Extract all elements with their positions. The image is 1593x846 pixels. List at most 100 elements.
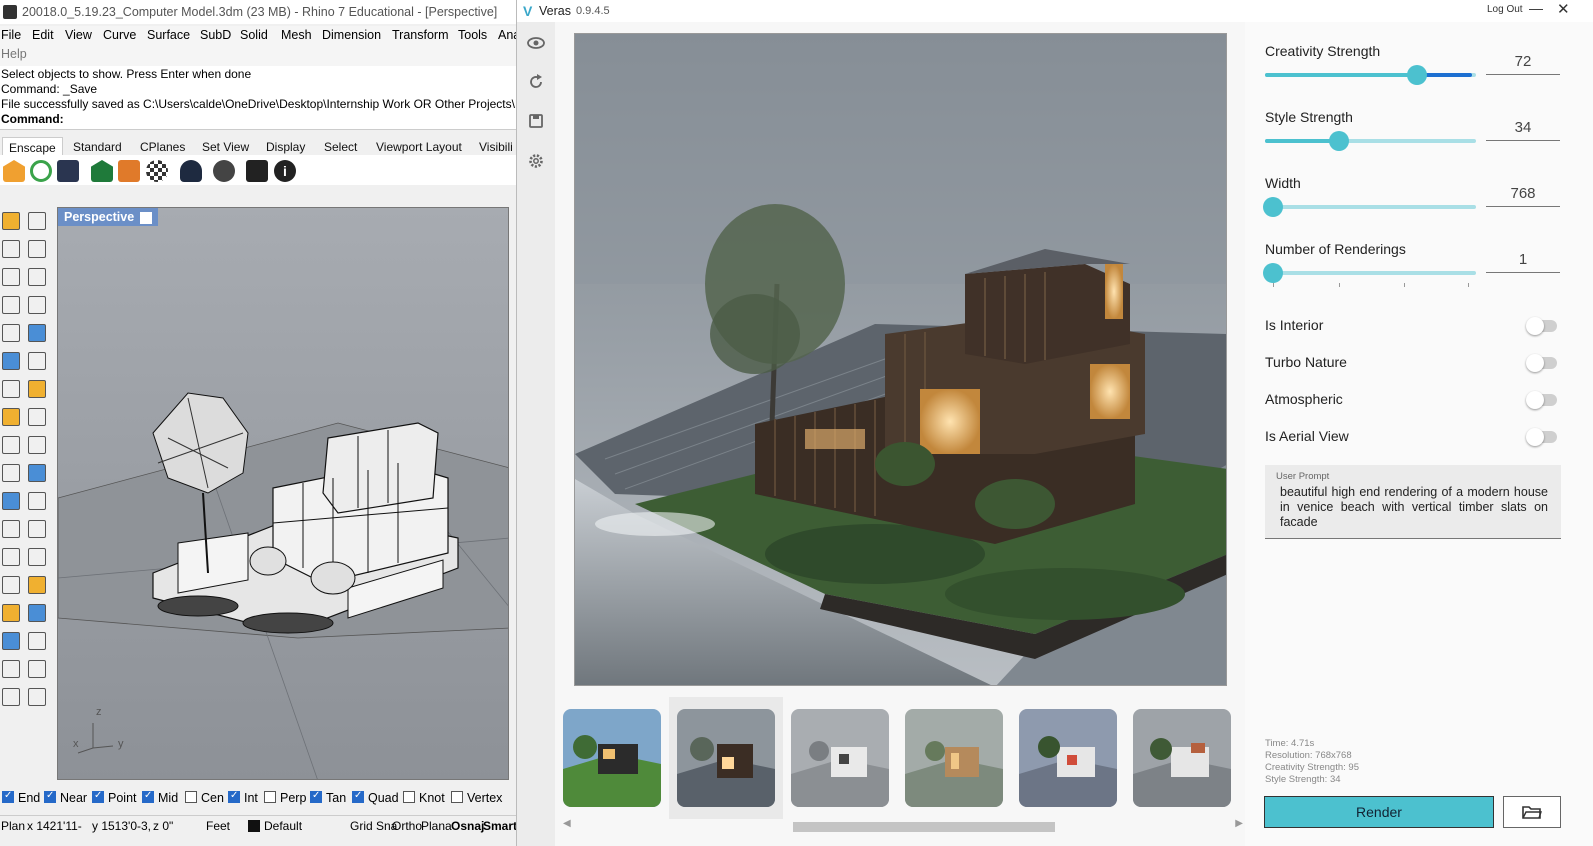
status-units[interactable]: Feet — [206, 819, 230, 833]
atmospheric-toggle[interactable] — [1526, 391, 1557, 409]
osnap-end-checkbox[interactable] — [2, 790, 14, 803]
tool-icon[interactable] — [28, 632, 46, 650]
tab-visibility[interactable]: Visibili — [473, 137, 519, 157]
tool-icon[interactable] — [2, 352, 20, 370]
tab-display[interactable]: Display — [260, 137, 311, 157]
tool-icon[interactable] — [2, 464, 20, 482]
tool-icon[interactable] — [28, 520, 46, 538]
command-prompt[interactable]: Command: — [1, 112, 64, 126]
osnap-vertex-checkbox[interactable] — [451, 791, 463, 803]
osnap-near-checkbox[interactable] — [44, 790, 56, 803]
status-plane[interactable]: Plan — [1, 819, 25, 833]
tool-icon[interactable] — [28, 464, 46, 482]
menu-transform[interactable]: Transform — [392, 28, 449, 42]
tool-icon[interactable] — [2, 604, 20, 622]
tool-icon[interactable] — [2, 240, 20, 258]
settings-gear-icon[interactable] — [213, 160, 235, 182]
status-grid-snap[interactable]: Grid Sna — [350, 819, 397, 833]
tool-icon[interactable] — [2, 632, 20, 650]
upload-cloud-icon[interactable] — [180, 160, 202, 182]
osnap-int-checkbox[interactable] — [228, 790, 240, 803]
tool-icon[interactable] — [28, 408, 46, 426]
eye-icon[interactable] — [526, 33, 546, 53]
creativity-strength-slider[interactable] — [1265, 65, 1476, 85]
tool-icon[interactable] — [28, 296, 46, 314]
save-icon[interactable] — [526, 111, 546, 131]
thumbnail-2[interactable] — [677, 709, 775, 807]
tool-icon[interactable] — [28, 604, 46, 622]
info-icon[interactable]: i — [274, 160, 296, 182]
settings-icon[interactable] — [526, 151, 546, 171]
thumbnail-1[interactable] — [563, 709, 661, 807]
menu-dimension[interactable]: Dimension — [322, 28, 381, 42]
osnap-near[interactable]: Near — [44, 790, 87, 805]
tab-cplanes[interactable]: CPlanes — [134, 137, 191, 157]
viewport-title[interactable]: Perspective — [58, 208, 159, 226]
tab-set-view[interactable]: Set View — [196, 137, 255, 157]
tool-icon[interactable] — [2, 268, 20, 286]
tool-icon[interactable] — [28, 548, 46, 566]
osnap-cen-checkbox[interactable] — [185, 791, 197, 803]
is-interior-toggle[interactable] — [1526, 317, 1557, 335]
tool-icon[interactable] — [28, 380, 46, 398]
osnap-knot-checkbox[interactable] — [403, 791, 415, 803]
tool-icon[interactable] — [2, 408, 20, 426]
osnap-perp[interactable]: Perp — [264, 791, 306, 805]
osnap-cen[interactable]: Cen — [185, 791, 224, 805]
tool-icon[interactable] — [28, 492, 46, 510]
osnap-quad-checkbox[interactable] — [352, 790, 364, 803]
scroll-right-icon[interactable]: ▶ — [1235, 818, 1243, 829]
number-of-renderings-value[interactable]: 1 — [1486, 251, 1560, 273]
thumbnail-scrollbar[interactable]: ◀ ▶ — [563, 818, 1243, 832]
tool-icon[interactable] — [2, 492, 20, 510]
tab-standard[interactable]: Standard — [67, 137, 128, 157]
osnap-point-checkbox[interactable] — [92, 790, 104, 803]
enscape-asset-icon[interactable] — [91, 160, 113, 182]
menu-help[interactable]: Help — [1, 47, 27, 61]
enscape-material-icon[interactable] — [118, 160, 140, 182]
tool-icon[interactable] — [28, 212, 46, 230]
tool-icon[interactable] — [28, 660, 46, 678]
menu-file[interactable]: File — [1, 28, 21, 42]
creativity-strength-value[interactable]: 72 — [1486, 53, 1560, 75]
menu-tools[interactable]: Tools — [458, 28, 487, 42]
render-button[interactable]: Render — [1264, 796, 1494, 828]
tool-icon[interactable] — [28, 352, 46, 370]
user-prompt-field[interactable]: User Prompt beautiful high end rendering… — [1265, 465, 1561, 539]
tab-enscape[interactable]: Enscape — [2, 137, 63, 157]
tool-icon[interactable] — [2, 520, 20, 538]
tool-icon[interactable] — [28, 240, 46, 258]
tool-icon[interactable] — [28, 268, 46, 286]
tool-icon[interactable] — [2, 296, 20, 314]
tool-icon[interactable] — [2, 688, 20, 706]
tab-viewport-layout[interactable]: Viewport Layout — [370, 137, 468, 157]
thumbnail-6[interactable] — [1133, 709, 1231, 807]
osnap-mid-checkbox[interactable] — [142, 790, 154, 803]
scroll-left-icon[interactable]: ◀ — [563, 818, 571, 829]
number-of-renderings-slider[interactable] — [1263, 263, 1476, 287]
osnap-quad[interactable]: Quad — [352, 790, 399, 805]
style-strength-knob[interactable] — [1328, 131, 1349, 151]
osnap-tan-checkbox[interactable] — [310, 790, 322, 803]
osnap-point[interactable]: Point — [92, 790, 137, 805]
tool-icon[interactable] — [2, 660, 20, 678]
osnap-perp-checkbox[interactable] — [264, 791, 276, 803]
style-strength-value[interactable]: 34 — [1486, 119, 1560, 141]
menu-curve[interactable]: Curve — [103, 28, 136, 42]
user-prompt-text[interactable]: beautiful high end rendering of a modern… — [1280, 485, 1548, 530]
viewport-dropdown-icon[interactable] — [140, 211, 153, 224]
status-planar[interactable]: Plana — [421, 819, 452, 833]
width-slider[interactable] — [1263, 197, 1476, 217]
status-ortho[interactable]: Ortho — [392, 819, 422, 833]
mail-icon[interactable] — [246, 160, 268, 182]
minimize-button[interactable]: — — [1529, 0, 1543, 16]
osnap-mid[interactable]: Mid — [142, 790, 178, 805]
tool-icon[interactable] — [2, 324, 20, 342]
tool-icon[interactable] — [28, 436, 46, 454]
enscape-view-icon[interactable] — [57, 160, 79, 182]
tool-icon[interactable] — [2, 380, 20, 398]
thumbnail-5[interactable] — [1019, 709, 1117, 807]
width-knob[interactable] — [1263, 197, 1284, 217]
tool-icon[interactable] — [2, 576, 20, 594]
refresh-icon[interactable] — [526, 72, 546, 92]
